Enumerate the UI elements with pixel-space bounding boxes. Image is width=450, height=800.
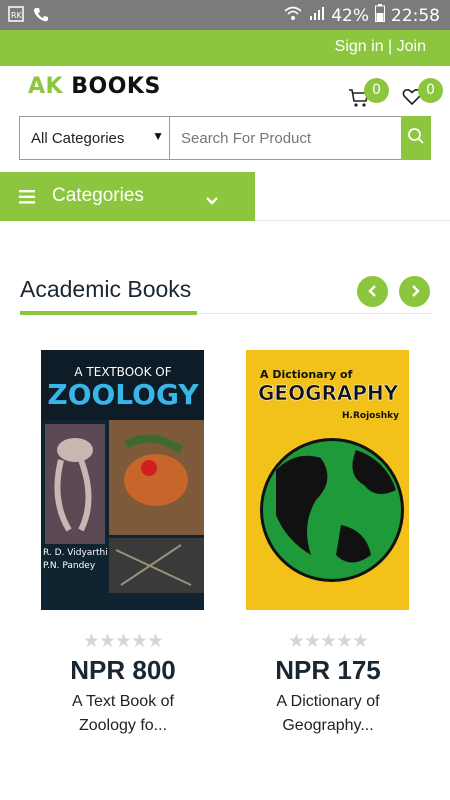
phone-icon [32, 6, 50, 28]
product-title-line1: A Text Book of [72, 693, 174, 710]
product-title-line1: A Dictionary of [276, 693, 380, 710]
search-placeholder: Search For Product [181, 130, 312, 147]
wishlist-count-badge: 0 [418, 78, 443, 103]
categories-label: Categories [52, 185, 144, 206]
chevron-down-icon [205, 191, 219, 210]
rating-stars: ★★★★★ [82, 630, 164, 652]
book-cover-image[interactable]: A TEXTBOOK OF ZOOLOGY R. D. Vidyarthi P.… [41, 350, 204, 610]
header-divider [255, 220, 450, 221]
product-title-line2: Geography... [282, 717, 374, 734]
product-price: NPR 175 [275, 655, 381, 685]
section-underline [20, 311, 197, 315]
battery-icon [375, 4, 385, 27]
logo-books: BOOKS [71, 74, 161, 99]
product-title[interactable]: A Dictionary of Geography... [243, 690, 413, 738]
category-select-value: All Categories [31, 130, 125, 147]
logo[interactable]: AK BOOKS [28, 74, 161, 99]
sign-in-join-link[interactable]: Sign in | Join [335, 38, 426, 56]
battery-percent: 42% [331, 5, 369, 26]
dropdown-arrow-icon: ▼ [152, 129, 164, 143]
search-bar: All Categories ▼ Search For Product [19, 116, 431, 160]
product-title[interactable]: A Text Book of Zoology fo... [38, 690, 208, 738]
wishlist-button[interactable]: 0 [402, 78, 443, 114]
carousel-prev-button[interactable] [357, 276, 388, 307]
logo-ak: AK [28, 74, 64, 99]
category-select[interactable]: All Categories ▼ [19, 116, 170, 160]
cart-count-badge: 0 [364, 78, 389, 103]
cover-title-line1: A TEXTBOOK OF [74, 365, 171, 379]
chevron-left-icon [367, 282, 378, 301]
product-title-line2: Zoology fo... [78, 717, 168, 734]
categories-menu-button[interactable]: Categories [0, 172, 255, 221]
book-cover-image[interactable]: A Dictionary of GEOGRAPHY H.Rojoshky [246, 350, 409, 610]
cover-title-line1: A Dictionary of [260, 368, 353, 381]
cover-author1: R. D. Vidyarthi [43, 548, 108, 558]
section-title: Academic Books [20, 276, 192, 302]
cart-button[interactable]: 0 [348, 78, 389, 114]
cover-author1: H.Rojoshky [342, 411, 399, 421]
rating-stars: ★★★★★ [287, 630, 369, 652]
chevron-right-icon [410, 282, 420, 301]
carousel-next-button[interactable] [399, 276, 430, 307]
svg-text:RK: RK [11, 11, 23, 20]
status-bar: RK 42% 22:58 [0, 0, 450, 30]
header: AK BOOKS 0 0 [0, 66, 450, 116]
top-bar: Sign in | Join [0, 30, 450, 66]
app-notification-icon: RK [8, 6, 24, 28]
cover-title-line2: ZOOLOGY [47, 378, 199, 411]
cover-title-line2: GEOGRAPHY [258, 381, 399, 405]
cover-author2: P.N. Pandey [43, 561, 96, 571]
search-icon [407, 127, 425, 149]
wifi-icon [283, 5, 303, 26]
hamburger-icon [19, 189, 35, 208]
search-input[interactable]: Search For Product [169, 116, 402, 160]
product-price: NPR 800 [70, 655, 176, 685]
search-button[interactable] [401, 116, 431, 160]
signal-icon [309, 5, 325, 26]
clock: 22:58 [391, 5, 440, 26]
